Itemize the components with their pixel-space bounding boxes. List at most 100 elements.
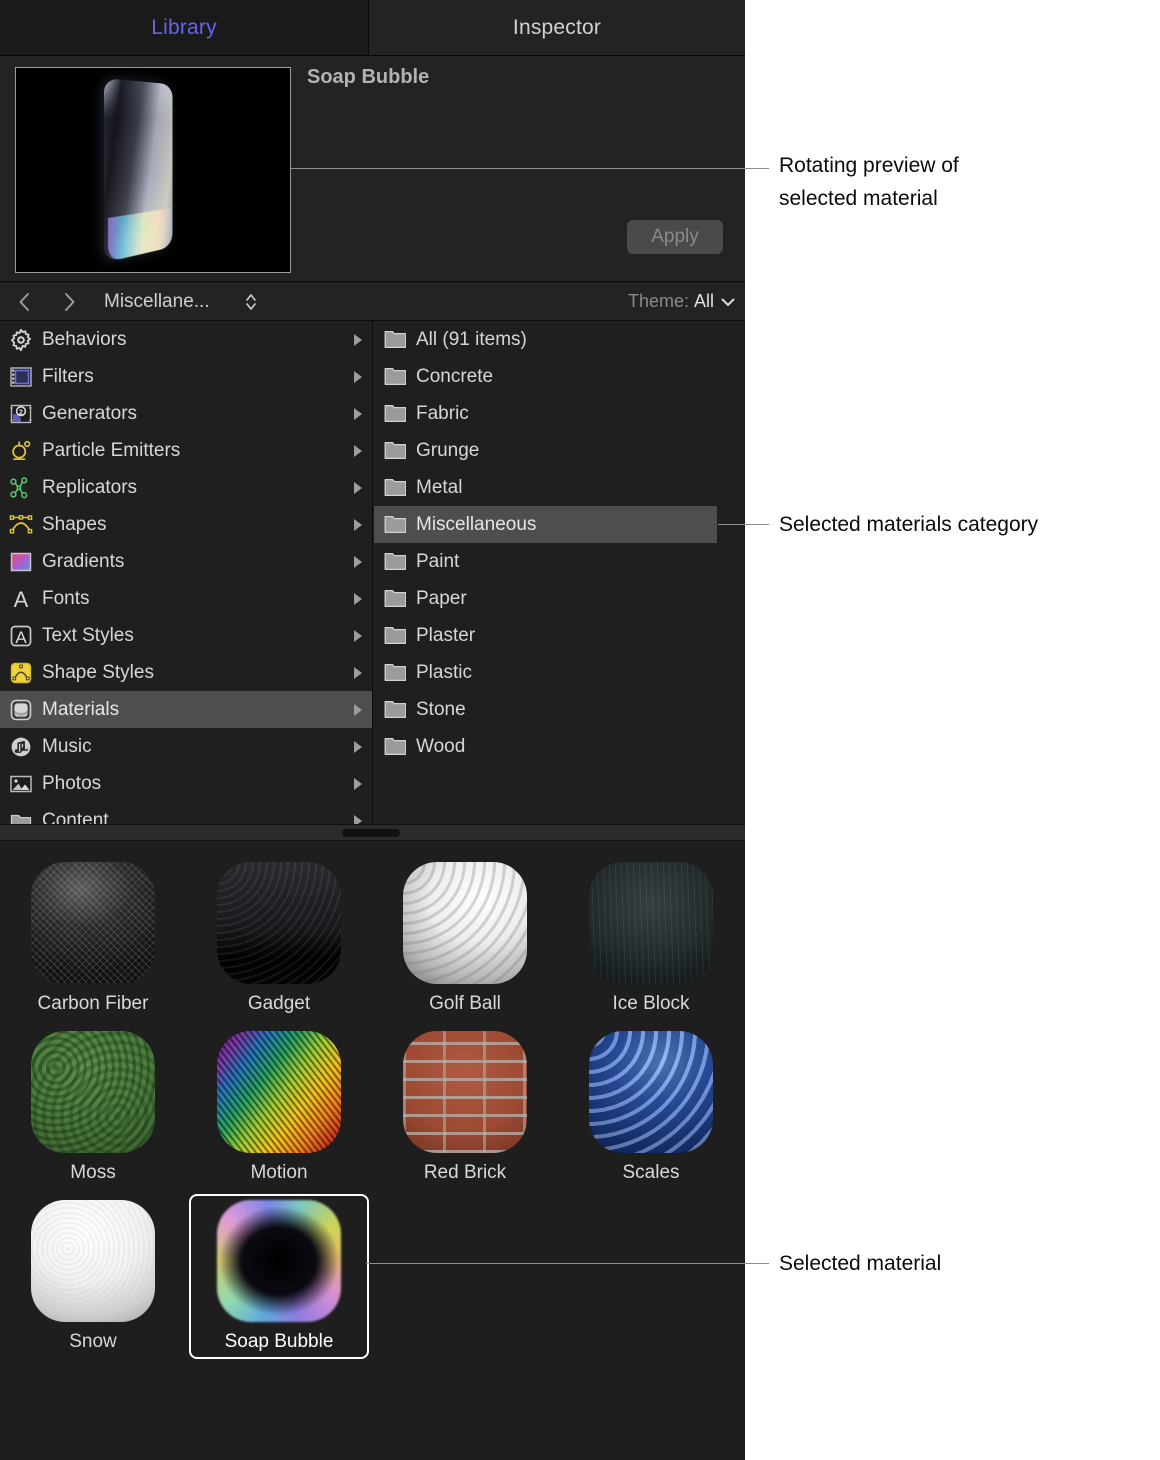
folder-icon [382, 549, 408, 575]
category-item-label: Paint [416, 551, 459, 573]
sidebar-item-shape-styles[interactable]: Shape Styles [0, 654, 372, 691]
callout-rotating-preview: Rotating preview of selected material [779, 150, 1109, 215]
category-item-label: Metal [416, 477, 462, 499]
sidebar-item-particle-emitters[interactable]: Particle Emitters [0, 432, 372, 469]
disclosure-triangle-icon[interactable] [354, 704, 362, 716]
category-item-fabric[interactable]: Fabric [374, 395, 745, 432]
material-tile-carbon-fiber[interactable]: Carbon Fiber [0, 856, 186, 1025]
material-tile-gadget[interactable]: Gadget [186, 856, 372, 1025]
sidebar-item-label: Replicators [42, 477, 137, 499]
disclosure-triangle-icon[interactable] [354, 741, 362, 753]
category-item-wood[interactable]: Wood [374, 728, 745, 765]
panel-splitter[interactable] [0, 824, 745, 841]
folder-icon [8, 808, 34, 825]
disclosure-triangle-icon[interactable] [354, 556, 362, 568]
material-tile-soap-bubble[interactable]: Soap Bubble [186, 1194, 372, 1363]
material-swatch [31, 1200, 155, 1322]
disclosure-triangle-icon[interactable] [354, 778, 362, 790]
category-item-metal[interactable]: Metal [374, 469, 745, 506]
sidebar-item-label: Shape Styles [42, 662, 154, 684]
material-tile-snow[interactable]: Snow [0, 1194, 186, 1363]
material-swatch [31, 862, 155, 984]
callout-selected-material: Selected material [779, 1248, 1109, 1281]
sidebar-item-generators[interactable]: 2 Generators [0, 395, 372, 432]
folder-icon [382, 438, 408, 464]
library-category-column[interactable]: Behaviors Filters 2 Generators Particle … [0, 321, 373, 824]
category-item-all-91-items[interactable]: All (91 items) [374, 321, 745, 358]
category-item-concrete[interactable]: Concrete [374, 358, 745, 395]
material-swatch [217, 1031, 341, 1153]
material-label: Carbon Fiber [38, 993, 149, 1015]
tab-library[interactable]: Library [0, 0, 369, 55]
theme-filter-dropdown[interactable]: Theme: All [628, 291, 735, 312]
material-tile-golf-ball[interactable]: Golf Ball [372, 856, 558, 1025]
material-label: Motion [250, 1162, 307, 1184]
sidebar-item-photos[interactable]: Photos [0, 765, 372, 802]
sidebar-item-filters[interactable]: Filters [0, 358, 372, 395]
splitter-handle[interactable] [342, 829, 400, 837]
library-panel: Library Inspector Soap Bubble Apply Misc… [0, 0, 745, 1460]
sidebar-item-shapes[interactable]: Shapes [0, 506, 372, 543]
materials-folder-column[interactable]: All (91 items) Concrete Fabric Grunge Me… [374, 321, 745, 824]
category-item-paint[interactable]: Paint [374, 543, 745, 580]
category-item-label: Stone [416, 699, 466, 721]
replicator-icon [8, 475, 34, 501]
sidebar-item-behaviors[interactable]: Behaviors [0, 321, 372, 358]
category-item-miscellaneous[interactable]: Miscellaneous [374, 506, 717, 543]
path-popup-label[interactable]: Miscellane... [104, 291, 210, 313]
category-item-grunge[interactable]: Grunge [374, 432, 745, 469]
disclosure-triangle-icon[interactable] [354, 815, 362, 825]
disclosure-triangle-icon[interactable] [354, 630, 362, 642]
sidebar-item-label: Particle Emitters [42, 440, 180, 462]
category-item-label: Grunge [416, 440, 479, 462]
sidebar-item-gradients[interactable]: Gradients [0, 543, 372, 580]
disclosure-triangle-icon[interactable] [354, 482, 362, 494]
category-item-stone[interactable]: Stone [374, 691, 745, 728]
chevron-right-icon[interactable] [57, 289, 83, 315]
leader-line-preview [291, 168, 769, 169]
apply-button[interactable]: Apply [627, 220, 723, 254]
sidebar-item-music[interactable]: Music [0, 728, 372, 765]
svg-text:A: A [15, 628, 27, 647]
sidebar-item-text-styles[interactable]: AText Styles [0, 617, 372, 654]
gradient-icon [8, 549, 34, 575]
sidebar-item-materials[interactable]: Materials [0, 691, 372, 728]
up-down-stepper-icon[interactable] [243, 291, 259, 313]
material-swatch [217, 1200, 341, 1322]
rotating-preview-thumbnail[interactable] [15, 67, 291, 273]
sidebar-item-label: Photos [42, 773, 101, 795]
material-label: Scales [622, 1162, 679, 1184]
material-thumbnail-grid[interactable]: Carbon Fiber GadgetGolf BallIce Block Moss… [0, 842, 745, 1460]
generator-icon: 2 [8, 401, 34, 427]
material-tile-moss[interactable]: Moss [0, 1025, 186, 1194]
disclosure-triangle-icon[interactable] [354, 519, 362, 531]
preview-material-name: Soap Bubble [307, 66, 429, 89]
category-item-plaster[interactable]: Plaster [374, 617, 745, 654]
folder-icon [382, 401, 408, 427]
chevron-left-icon[interactable] [11, 289, 37, 315]
category-item-paper[interactable]: Paper [374, 580, 745, 617]
folder-icon [382, 327, 408, 353]
tab-inspector[interactable]: Inspector [369, 0, 745, 55]
material-tile-red-brick[interactable]: Red Brick [372, 1025, 558, 1194]
folder-icon [382, 475, 408, 501]
disclosure-triangle-icon[interactable] [354, 667, 362, 679]
sidebar-item-replicators[interactable]: Replicators [0, 469, 372, 506]
disclosure-triangle-icon[interactable] [354, 445, 362, 457]
material-tile-scales[interactable]: Scales [558, 1025, 744, 1194]
sidebar-item-content[interactable]: Content [0, 802, 372, 824]
disclosure-triangle-icon[interactable] [354, 408, 362, 420]
folder-icon [382, 623, 408, 649]
material-tile-ice-block[interactable]: Ice Block [558, 856, 744, 1025]
disclosure-triangle-icon[interactable] [354, 593, 362, 605]
material-label: Soap Bubble [225, 1331, 334, 1353]
disclosure-triangle-icon[interactable] [354, 371, 362, 383]
category-item-plastic[interactable]: Plastic [374, 654, 745, 691]
disclosure-triangle-icon[interactable] [354, 334, 362, 346]
material-tile-motion[interactable]: Motion [186, 1025, 372, 1194]
sidebar-item-label: Content [42, 810, 109, 825]
theme-label: Theme: [628, 291, 689, 312]
material-swatch [403, 862, 527, 984]
sidebar-item-fonts[interactable]: AFonts [0, 580, 372, 617]
category-item-label: Concrete [416, 366, 493, 388]
